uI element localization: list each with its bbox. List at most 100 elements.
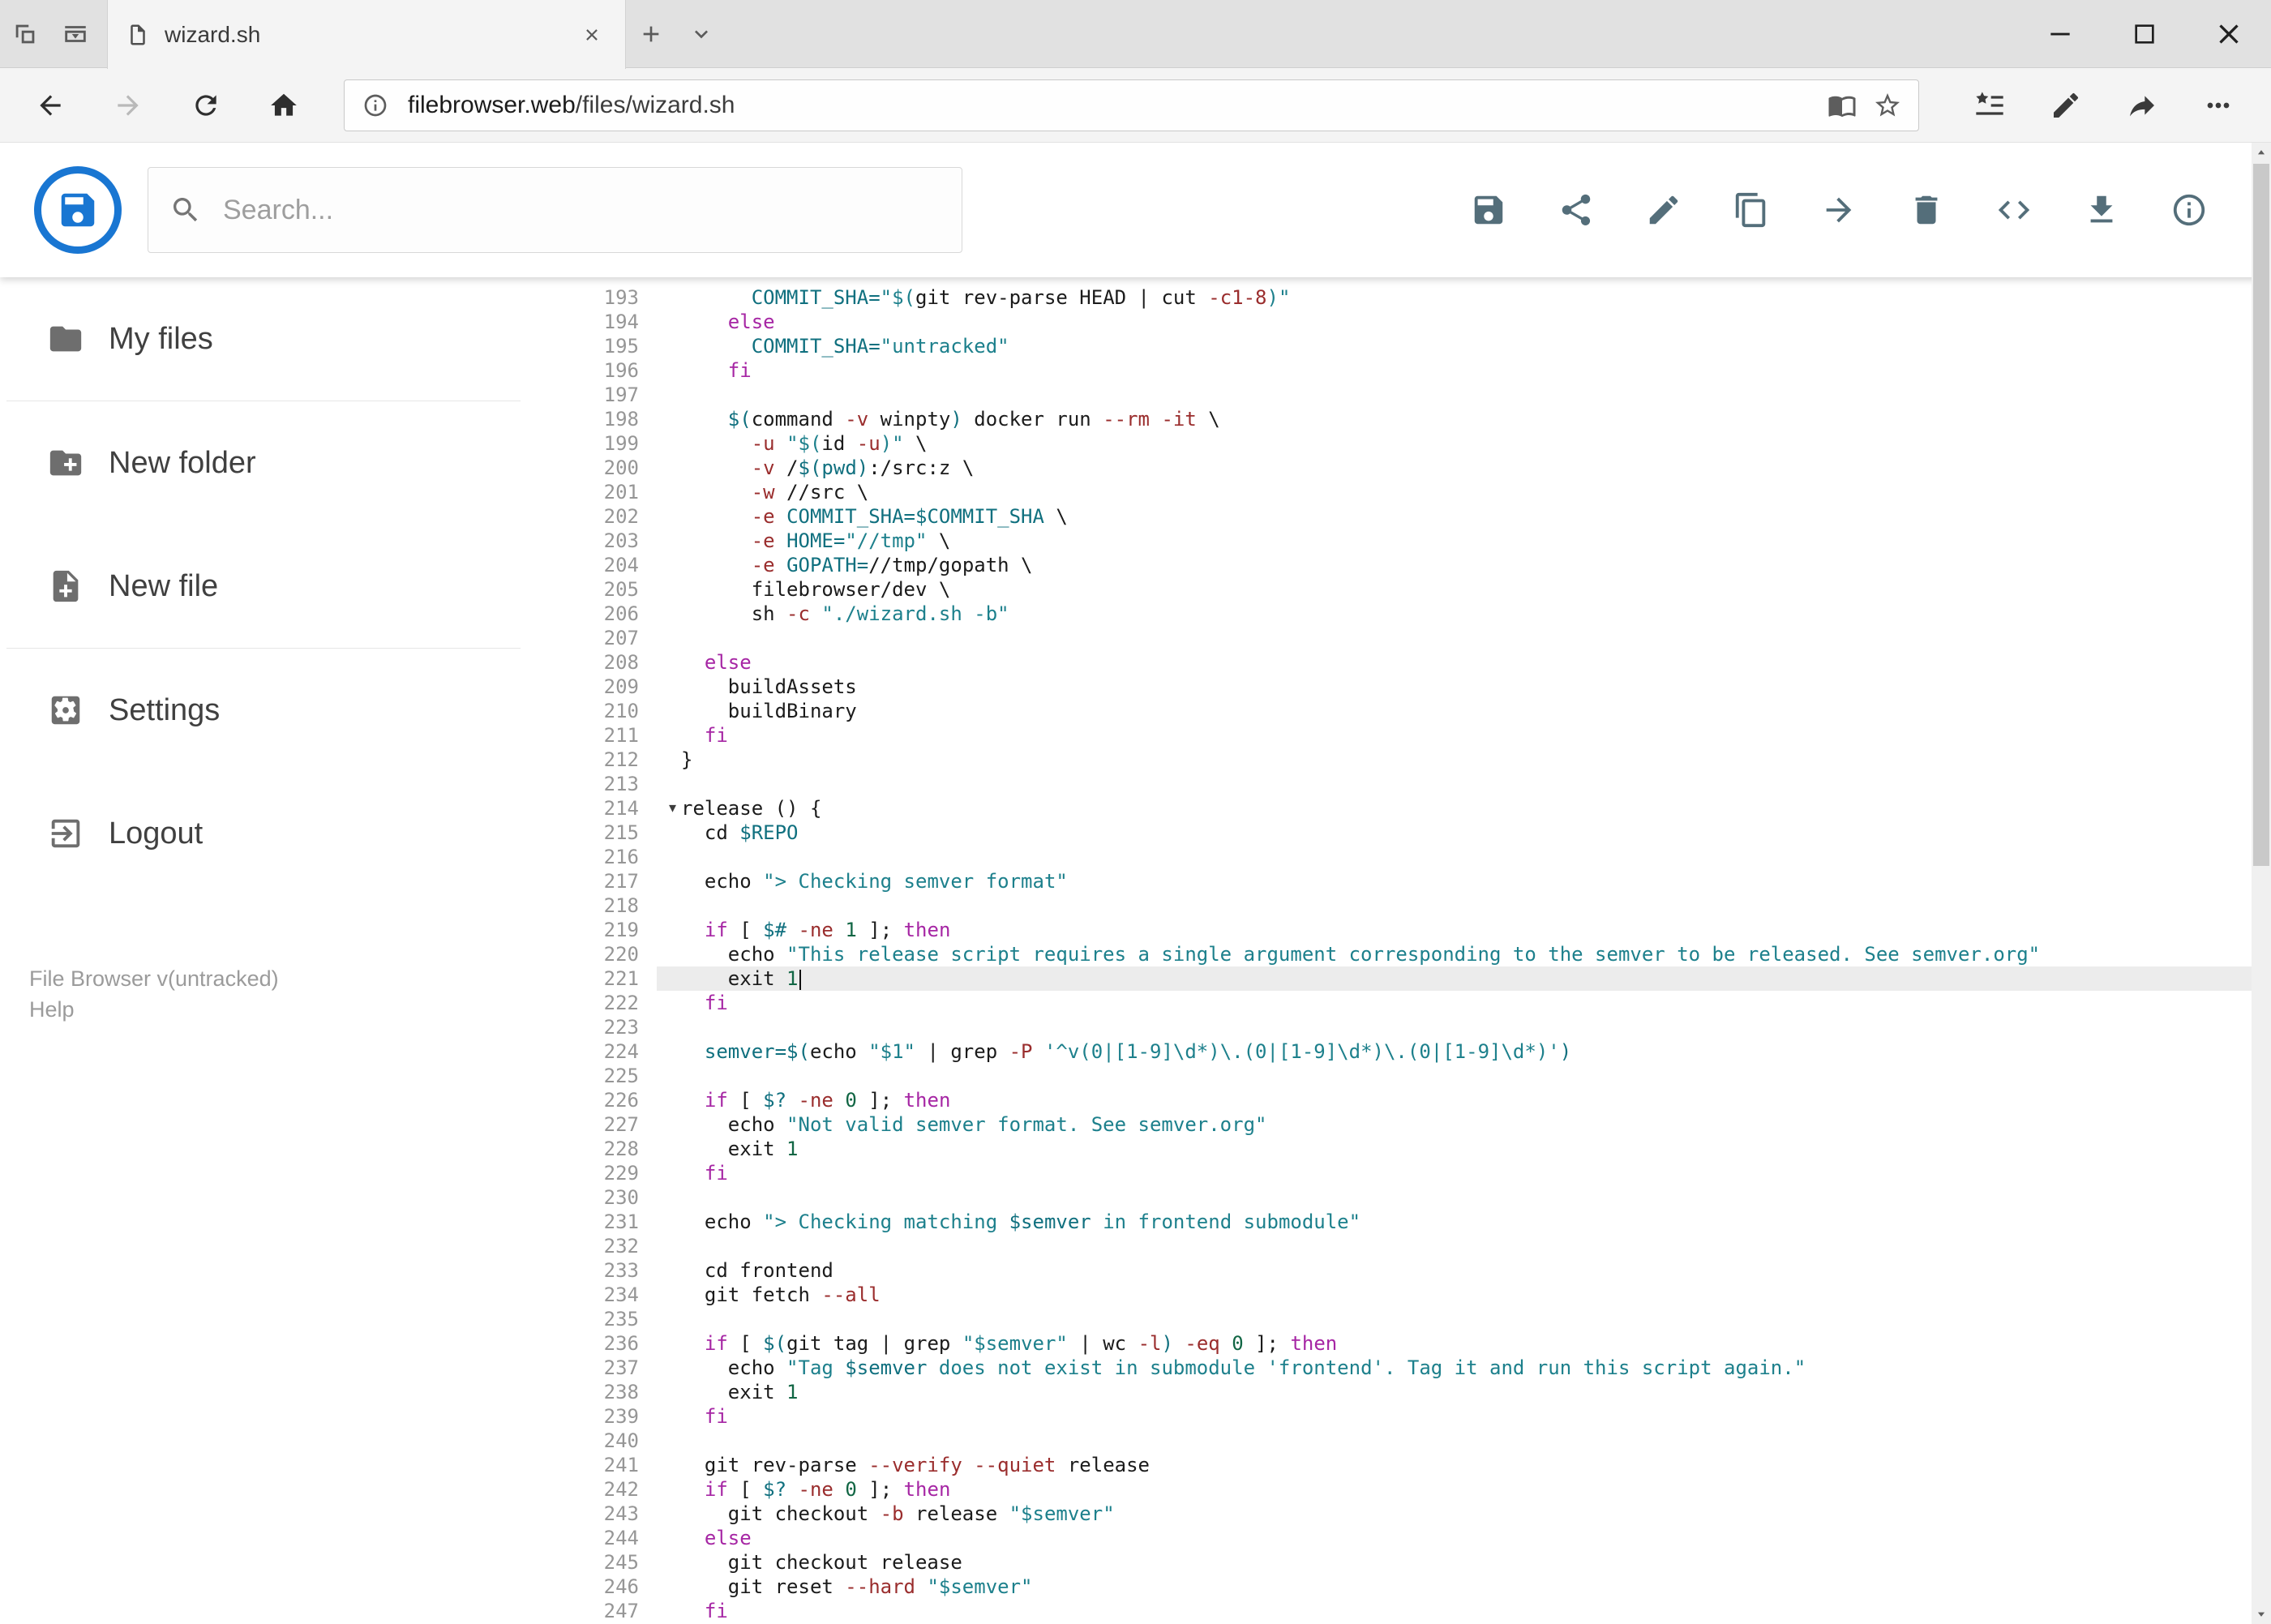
code-line[interactable]: filebrowser/dev \ <box>657 577 2252 602</box>
code-line[interactable]: git checkout -b release "$semver" <box>657 1502 2252 1526</box>
code-line[interactable]: cd $REPO <box>657 821 2252 845</box>
code-editor[interactable]: 193 194 195 196 197 198 199 200 201 202 203 204 205 2… <box>527 277 2252 1624</box>
code-line[interactable]: git checkout release <box>657 1550 2252 1575</box>
tab-preview-button[interactable] <box>50 0 101 67</box>
code-line[interactable]: -e GOPATH=//tmp/gopath \ <box>657 553 2252 577</box>
code-line[interactable] <box>657 772 2252 796</box>
share-button[interactable] <box>1543 177 1609 243</box>
code-line[interactable]: $(command -v winpty) docker run --rm -it… <box>657 407 2252 431</box>
code-line[interactable]: COMMIT_SHA="$(git rev-parse HEAD | cut -… <box>657 285 2252 310</box>
fold-marker-icon[interactable]: ▾ <box>669 796 676 821</box>
sidebar-item-new-folder[interactable]: New folder <box>0 401 527 525</box>
code-line[interactable]: semver=$(echo "$1" | grep -P '^v(0|[1-9]… <box>657 1039 2252 1064</box>
search-box[interactable] <box>148 167 962 253</box>
code-line[interactable]: if [ $(git tag | grep "$semver" | wc -l)… <box>657 1331 2252 1356</box>
code-line[interactable]: fi <box>657 1404 2252 1429</box>
code-line[interactable]: -e COMMIT_SHA=$COMMIT_SHA \ <box>657 504 2252 529</box>
code-line[interactable]: fi <box>657 991 2252 1015</box>
move-button[interactable] <box>1806 177 1872 243</box>
code-line[interactable]: -u "$(id -u)" \ <box>657 431 2252 456</box>
code-line[interactable]: buildAssets <box>657 675 2252 699</box>
code-line[interactable]: else <box>657 1526 2252 1550</box>
code-line[interactable]: exit 1 <box>657 966 2252 991</box>
forward-button[interactable] <box>89 74 167 137</box>
code-line[interactable]: fi <box>657 1599 2252 1623</box>
code-line[interactable]: -w //src \ <box>657 480 2252 504</box>
code-line[interactable]: echo "Tag $semver does not exist in subm… <box>657 1356 2252 1380</box>
code-line[interactable]: exit 1 <box>657 1380 2252 1404</box>
code-line[interactable]: cd frontend <box>657 1258 2252 1283</box>
code-line[interactable]: -v /$(pwd):/src:z \ <box>657 456 2252 480</box>
code-line[interactable]: } <box>657 748 2252 772</box>
code-line[interactable]: COMMIT_SHA="untracked" <box>657 334 2252 358</box>
web-note-button[interactable] <box>2028 74 2104 137</box>
info-button[interactable] <box>2156 177 2222 243</box>
code-line[interactable]: exit 1 <box>657 1137 2252 1161</box>
code-line[interactable]: git fetch --all <box>657 1283 2252 1307</box>
maximize-button[interactable] <box>2102 0 2187 67</box>
scrollbar-up-button[interactable] <box>2252 143 2271 162</box>
download-button[interactable] <box>2068 177 2135 243</box>
code-line[interactable] <box>657 845 2252 869</box>
code-line[interactable]: if [ $? -ne 0 ]; then <box>657 1088 2252 1112</box>
home-button[interactable] <box>245 74 323 137</box>
code-line[interactable]: echo "This release script requires a sin… <box>657 942 2252 966</box>
search-input[interactable] <box>221 193 941 227</box>
scrollbar-thumb[interactable] <box>2253 164 2269 866</box>
set-tabs-aside-button[interactable] <box>0 0 50 67</box>
code-line[interactable]: else <box>657 310 2252 334</box>
code-line[interactable] <box>657 1015 2252 1039</box>
new-tab-button[interactable] <box>626 0 676 67</box>
code-line[interactable] <box>657 893 2252 918</box>
code-line[interactable]: echo "Not valid semver format. See semve… <box>657 1112 2252 1137</box>
minimize-button[interactable] <box>2018 0 2102 67</box>
close-tab-button[interactable] <box>576 19 607 50</box>
code-line[interactable]: git rev-parse --verify --quiet release <box>657 1453 2252 1477</box>
editor-content[interactable]: COMMIT_SHA="$(git rev-parse HEAD | cut -… <box>657 285 2252 1624</box>
code-line[interactable] <box>657 1234 2252 1258</box>
code-line[interactable]: if [ $# -ne 1 ]; then <box>657 918 2252 942</box>
code-line[interactable]: echo "> Checking matching $semver in fro… <box>657 1210 2252 1234</box>
tab-list-button[interactable] <box>676 0 726 67</box>
code-line[interactable] <box>657 383 2252 407</box>
code-line[interactable]: sh -c "./wizard.sh -b" <box>657 602 2252 626</box>
site-info-button[interactable] <box>354 88 396 123</box>
favorite-button[interactable] <box>1865 86 1910 125</box>
code-line[interactable] <box>657 1064 2252 1088</box>
code-line[interactable]: -e HOME="//tmp" \ <box>657 529 2252 553</box>
code-line[interactable]: echo "> Checking semver format" <box>657 869 2252 893</box>
sidebar-item-new-file[interactable]: New file <box>0 525 527 648</box>
raw-view-button[interactable] <box>1981 177 2047 243</box>
refresh-button[interactable] <box>167 74 245 137</box>
sidebar-item-settings[interactable]: Settings <box>0 649 527 772</box>
code-line[interactable] <box>657 1185 2252 1210</box>
share-page-button[interactable] <box>2104 74 2180 137</box>
code-line[interactable] <box>657 626 2252 650</box>
code-line[interactable] <box>657 1429 2252 1453</box>
code-line[interactable] <box>657 1307 2252 1331</box>
copy-button[interactable] <box>1718 177 1785 243</box>
help-link[interactable]: Help <box>29 994 279 1025</box>
code-line[interactable]: if [ $? -ne 0 ]; then <box>657 1477 2252 1502</box>
more-button[interactable] <box>2180 74 2256 137</box>
code-line[interactable]: else <box>657 650 2252 675</box>
code-line[interactable]: fi <box>657 1161 2252 1185</box>
sidebar-item-logout[interactable]: Logout <box>0 772 527 895</box>
save-button[interactable] <box>1455 177 1522 243</box>
close-window-button[interactable] <box>2187 0 2271 67</box>
code-line[interactable]: fi <box>657 358 2252 383</box>
reading-view-button[interactable] <box>1819 86 1865 125</box>
rename-button[interactable] <box>1630 177 1697 243</box>
scrollbar-down-button[interactable] <box>2252 1605 2271 1624</box>
code-line[interactable]: buildBinary <box>657 699 2252 723</box>
favorites-hub-button[interactable] <box>1952 74 2028 137</box>
code-line[interactable]: fi <box>657 723 2252 748</box>
code-line[interactable]: git reset --hard "$semver" <box>657 1575 2252 1599</box>
delete-button[interactable] <box>1893 177 1960 243</box>
code-line[interactable]: release () { <box>657 796 2252 821</box>
sidebar-item-my-files[interactable]: My files <box>0 277 527 401</box>
address-bar[interactable]: filebrowser.web/files/wizard.sh <box>344 79 1919 131</box>
app-logo[interactable] <box>34 166 122 254</box>
back-button[interactable] <box>11 74 89 137</box>
browser-tab[interactable]: wizard.sh <box>107 0 626 69</box>
